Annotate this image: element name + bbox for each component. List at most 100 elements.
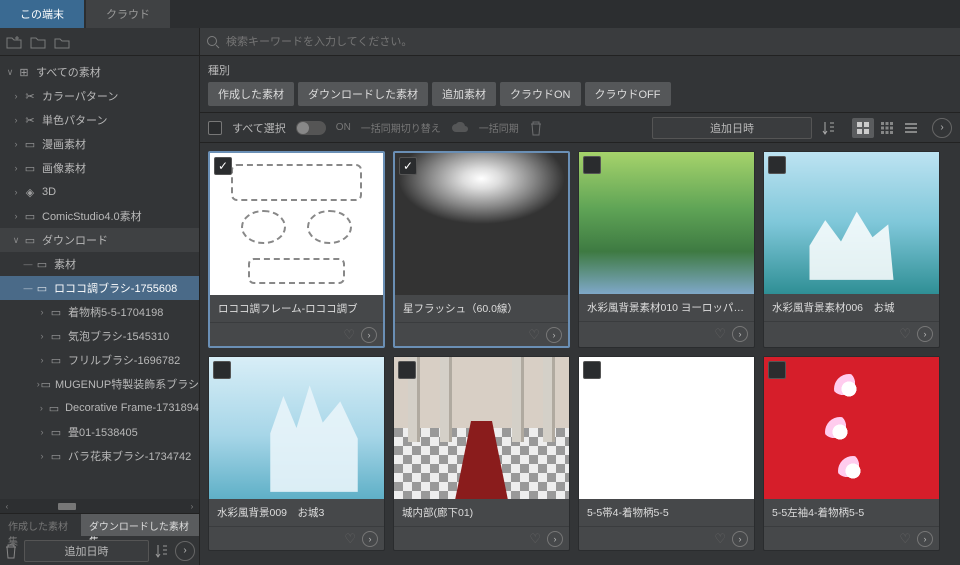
card-title: 星フラッシュ（60.0線）: [395, 295, 568, 322]
tree-item[interactable]: ›▭画像素材: [0, 156, 199, 180]
heart-icon[interactable]: ♡: [714, 326, 726, 342]
content-next-button[interactable]: ›: [932, 118, 952, 138]
filter-chip[interactable]: クラウドOFF: [585, 82, 671, 106]
cloud-icon: [451, 122, 469, 134]
asset-grid: ロココ調フレーム-ロココ調ブ ♡ › 星フラッシュ（60.0線） ♡ › 水彩風背景…: [200, 143, 960, 565]
action-bar: すべて選択 ON 一括同期切り替え 一括同期 追加日時 ›: [200, 113, 960, 143]
tab-local[interactable]: この端末: [0, 0, 84, 28]
new-folder-icon[interactable]: [6, 35, 22, 49]
trash-icon[interactable]: [529, 120, 543, 136]
card-title: 5-5左袖4-着物柄5-5: [764, 499, 939, 526]
heart-icon[interactable]: ♡: [344, 531, 356, 547]
sidebar-toolbar: [0, 28, 199, 56]
detail-button[interactable]: ›: [362, 531, 378, 547]
detail-button[interactable]: ›: [917, 531, 933, 547]
tree-item-selected[interactable]: —▭ロココ調ブラシ-1755608: [0, 276, 199, 300]
tree-download[interactable]: ∨▭ダウンロード: [0, 228, 199, 252]
card-title: 水彩風背景009 お城3: [209, 499, 384, 526]
thumbnail: [395, 153, 568, 295]
tree-root[interactable]: ∨⊞すべての素材: [0, 60, 199, 84]
next-button[interactable]: ›: [175, 541, 195, 561]
detail-button[interactable]: ›: [732, 531, 748, 547]
tree-item[interactable]: ›▭Decorative Frame-1731894: [0, 396, 199, 420]
card-checkbox[interactable]: [583, 156, 601, 174]
card-title: 城内部(廊下01): [394, 499, 569, 526]
asset-card[interactable]: 5-5帯4-着物柄5-5 ♡ ›: [578, 356, 755, 551]
search-input[interactable]: [226, 36, 954, 48]
heart-icon[interactable]: ♡: [899, 326, 911, 342]
sort-button[interactable]: 追加日時: [652, 117, 812, 139]
asset-card[interactable]: ロココ調フレーム-ロココ調ブ ♡ ›: [208, 151, 385, 348]
heart-icon[interactable]: ♡: [899, 531, 911, 547]
asset-card[interactable]: 星フラッシュ（60.0線） ♡ ›: [393, 151, 570, 348]
filter-chip[interactable]: ダウンロードした素材: [298, 82, 428, 106]
view-list-icon[interactable]: [900, 118, 922, 138]
sidebar-footer: 作成した素材集 ダウンロードした素材集 追加日時 ›: [0, 513, 199, 565]
detail-button[interactable]: ›: [361, 327, 377, 343]
asset-card[interactable]: 水彩風背景素材010 ヨーロッパの街2 ♡›: [578, 151, 755, 348]
card-checkbox[interactable]: [768, 361, 786, 379]
asset-card[interactable]: 城内部(廊下01) ♡ ›: [393, 356, 570, 551]
card-checkbox[interactable]: [399, 157, 417, 175]
trash-icon[interactable]: [4, 543, 18, 559]
subtab-downloaded[interactable]: ダウンロードした素材集: [81, 514, 199, 536]
thumbnail: [579, 152, 754, 294]
detail-button[interactable]: ›: [546, 327, 562, 343]
view-large-icon[interactable]: [852, 118, 874, 138]
select-all-checkbox[interactable]: [208, 121, 222, 135]
card-checkbox[interactable]: [214, 157, 232, 175]
tree-item[interactable]: ›▭バラ花束ブラシ-1734742: [0, 444, 199, 468]
card-title: 5-5帯4-着物柄5-5: [579, 499, 754, 526]
thumbnail: [209, 357, 384, 499]
asset-card[interactable]: 水彩風背景素材006 お城 ♡›: [763, 151, 940, 348]
subtab-created[interactable]: 作成した素材集: [0, 514, 81, 536]
folder-open-icon[interactable]: [54, 35, 70, 49]
select-all-label: すべて選択: [232, 120, 286, 136]
view-small-icon[interactable]: [876, 118, 898, 138]
asset-card[interactable]: 5-5左袖4-着物柄5-5 ♡ ›: [763, 356, 940, 551]
detail-button[interactable]: ›: [917, 326, 933, 342]
location-tabs: この端末 クラウド: [0, 0, 960, 28]
card-checkbox[interactable]: [583, 361, 601, 379]
sync-all-label: 一括同期: [479, 120, 519, 135]
heart-icon[interactable]: ♡: [714, 531, 726, 547]
card-checkbox[interactable]: [768, 156, 786, 174]
tree-item[interactable]: ›▭気泡ブラシ-1545310: [0, 324, 199, 348]
folder-up-icon[interactable]: [30, 35, 46, 49]
tree-root-label: すべての素材: [36, 64, 101, 80]
cloud-toggle[interactable]: [296, 121, 326, 135]
detail-button[interactable]: ›: [732, 326, 748, 342]
card-checkbox[interactable]: [398, 361, 416, 379]
detail-button[interactable]: ›: [547, 531, 563, 547]
tree-item[interactable]: ›▭着物柄5-5-1704198: [0, 300, 199, 324]
asset-card[interactable]: 水彩風背景009 お城3 ♡ ›: [208, 356, 385, 551]
filter-bar: 種別 作成した素材 ダウンロードした素材 追加素材 クラウドON クラウドOFF: [200, 56, 960, 113]
tree-item[interactable]: ›▭フリルブラシ-1696782: [0, 348, 199, 372]
search-bar: [200, 28, 960, 56]
tree-item[interactable]: ›▭漫画素材: [0, 132, 199, 156]
filter-chip[interactable]: クラウドON: [500, 82, 581, 106]
card-checkbox[interactable]: [213, 361, 231, 379]
sidebar-sort-button[interactable]: 追加日時: [24, 540, 149, 562]
tree-item[interactable]: ›▭畳01-1538405: [0, 420, 199, 444]
thumbnail: [210, 153, 383, 295]
toggle-on-label: ON: [336, 122, 351, 133]
folder-tree: ∨⊞すべての素材 ›✂カラーパターン ›✂単色パターン ›▭漫画素材 ›▭画像素…: [0, 56, 199, 499]
heart-icon[interactable]: ♡: [529, 531, 541, 547]
tree-item[interactable]: ›▭MUGENUP特製装飾系ブラシ: [0, 372, 199, 396]
tree-item[interactable]: ›▭ComicStudio4.0素材: [0, 204, 199, 228]
tab-cloud[interactable]: クラウド: [86, 0, 170, 28]
filter-chip[interactable]: 追加素材: [432, 82, 496, 106]
tree-item[interactable]: ›✂単色パターン: [0, 108, 199, 132]
heart-icon[interactable]: ♡: [343, 327, 355, 343]
heart-icon[interactable]: ♡: [528, 327, 540, 343]
sort-az-icon[interactable]: [155, 543, 169, 559]
tree-item[interactable]: ›◈3D: [0, 180, 199, 204]
thumbnail: [579, 357, 754, 499]
card-title: ロココ調フレーム-ロココ調ブ: [210, 295, 383, 322]
sort-az-icon[interactable]: [822, 120, 836, 136]
filter-chip[interactable]: 作成した素材: [208, 82, 294, 106]
tree-item[interactable]: —▭素材: [0, 252, 199, 276]
tree-item[interactable]: ›✂カラーパターン: [0, 84, 199, 108]
tree-hscroll[interactable]: ‹›: [0, 499, 199, 513]
